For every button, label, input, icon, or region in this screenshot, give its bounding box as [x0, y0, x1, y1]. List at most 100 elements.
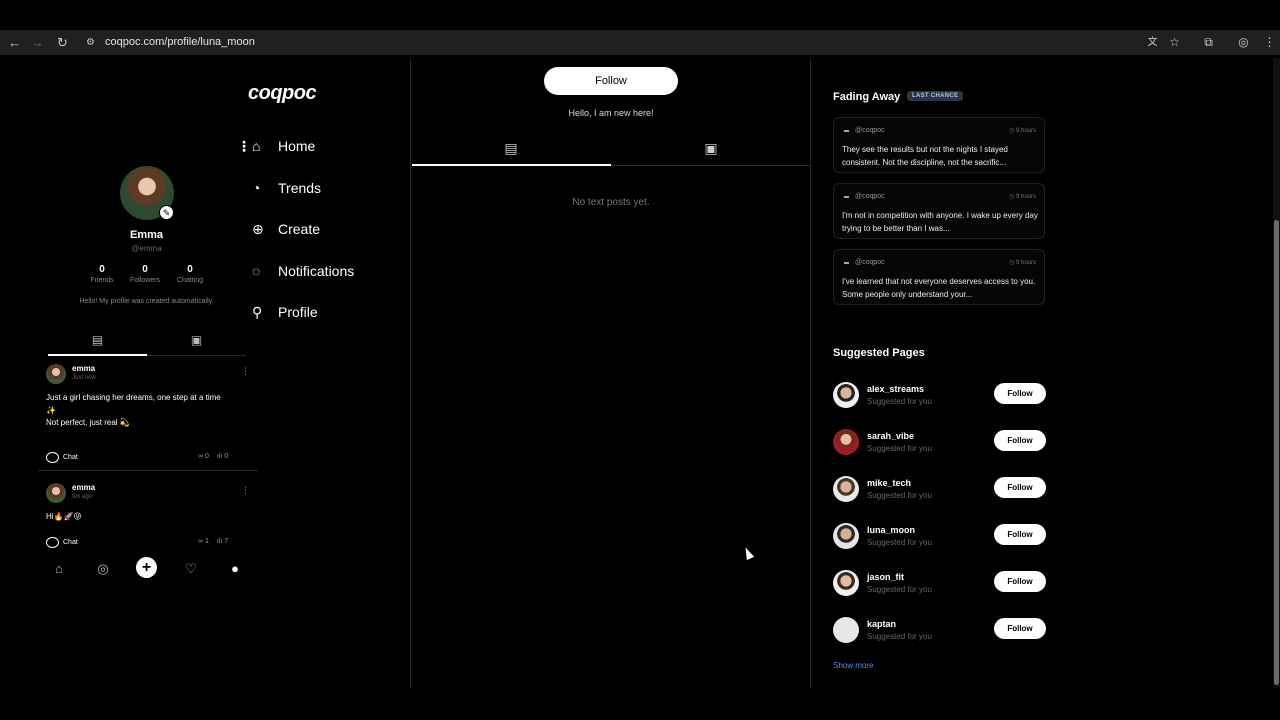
- fading-post-card[interactable]: @coqpoc ◷ 9 hours I've learned that not …: [833, 249, 1045, 305]
- trends-icon: ◔: [252, 180, 261, 196]
- mouse-cursor-icon: [741, 545, 755, 561]
- suggested-page-row[interactable]: kaptan Suggested for you Follow: [833, 617, 1046, 645]
- profile-bio-center: Hello, I am new here!: [568, 108, 654, 118]
- site-logo[interactable]: coqpoc: [248, 82, 317, 105]
- bar-chart-icon: ılı: [216, 453, 223, 460]
- page-subtitle: Suggested for you: [867, 491, 932, 500]
- bar-chart-icon: ılı: [216, 538, 223, 545]
- home-icon[interactable]: ⌂: [49, 559, 69, 579]
- stat-chatting[interactable]: 0 Chatting: [170, 264, 210, 284]
- card-author[interactable]: @coqpoc: [844, 259, 885, 266]
- avatar[interactable]: [833, 476, 859, 502]
- author-handle: @coqpoc: [855, 127, 885, 134]
- share-count[interactable]: ∞ 0: [198, 453, 209, 460]
- share-value: 1: [204, 538, 209, 545]
- extensions-icon[interactable]: ⧉: [1200, 34, 1217, 51]
- avatar[interactable]: [833, 523, 859, 549]
- avatar[interactable]: [46, 483, 66, 503]
- card-author[interactable]: @coqpoc: [844, 127, 885, 134]
- follow-button[interactable]: Follow: [994, 524, 1046, 545]
- nav-item-trends[interactable]: ◔ Trends: [252, 176, 321, 200]
- browser-menu-icon[interactable]: ⋮: [1261, 34, 1278, 51]
- page-name[interactable]: jason_fit: [867, 572, 904, 582]
- explore-compass-icon[interactable]: ◎: [93, 559, 113, 579]
- card-text: They see the results but not the nights …: [842, 145, 1008, 167]
- media-posts-tab-icon[interactable]: ▣: [701, 140, 721, 157]
- back-arrow-icon[interactable]: ←: [6, 34, 23, 51]
- bookmark-star-icon[interactable]: ☆: [1166, 34, 1183, 51]
- show-more-link[interactable]: Show more: [833, 661, 873, 670]
- page-name[interactable]: alex_streams: [867, 384, 924, 394]
- post-menu-icon[interactable]: ⋮: [241, 366, 250, 377]
- stat-followers[interactable]: 0 Followers: [125, 264, 165, 284]
- list-item[interactable]: emma 9m ago ⋮ Hi🔥🚀😜 Chat ∞ 1 ılı 7: [46, 483, 250, 551]
- post-text: Just a girl chasing her dreams, one step…: [46, 392, 246, 430]
- card-time: ◷ 9 hours: [1009, 127, 1036, 134]
- content-tabs: ▤ ▣: [412, 132, 810, 166]
- account-icon[interactable]: ◎: [1235, 34, 1252, 51]
- stat-friends[interactable]: 0 Friends: [82, 264, 122, 284]
- avatar[interactable]: [833, 570, 859, 596]
- follow-button[interactable]: Follow: [994, 383, 1046, 404]
- page-name[interactable]: luna_moon: [867, 525, 915, 535]
- site-info-icon[interactable]: ⚙: [82, 34, 99, 51]
- suggested-page-row[interactable]: mike_tech Suggested for you Follow: [833, 476, 1046, 504]
- stat-label: Chatting: [176, 277, 204, 284]
- suggested-page-row[interactable]: luna_moon Suggested for you Follow: [833, 523, 1046, 551]
- media-posts-tab-icon[interactable]: ▣: [147, 333, 246, 347]
- edit-avatar-icon[interactable]: ✎: [159, 205, 174, 220]
- suggested-page-row[interactable]: alex_streams Suggested for you Follow: [833, 382, 1046, 410]
- avatar[interactable]: [833, 429, 859, 455]
- stat-value: 0: [142, 264, 148, 275]
- fading-post-card[interactable]: @coqpoc ◷ 9 hours I'm not in competition…: [833, 183, 1045, 239]
- suggested-page-row[interactable]: jason_fit Suggested for you Follow: [833, 570, 1046, 598]
- follow-button[interactable]: Follow: [994, 571, 1046, 592]
- avatar[interactable]: [833, 617, 859, 643]
- post-username[interactable]: emma: [72, 483, 95, 492]
- fading-post-card[interactable]: @coqpoc ◷ 9 hours They see the results b…: [833, 117, 1045, 173]
- scrollbar-thumb[interactable]: [1274, 220, 1279, 685]
- mobile-bottom-nav: ⌂ ◎ + ♡ ●: [38, 557, 258, 581]
- chat-button[interactable]: Chat: [46, 452, 78, 463]
- follow-button[interactable]: Follow: [994, 430, 1046, 451]
- post-time: 9m ago: [72, 494, 93, 500]
- follow-button[interactable]: Follow: [544, 67, 678, 95]
- nav-more-icon[interactable]: ⋮: [237, 139, 251, 153]
- post-username[interactable]: emma: [72, 364, 95, 373]
- view-value: 0: [224, 453, 229, 460]
- page-subtitle: Suggested for you: [867, 585, 932, 594]
- author-mark-icon: [844, 195, 849, 198]
- follow-button[interactable]: Follow: [994, 477, 1046, 498]
- translate-icon[interactable]: 文: [1144, 34, 1161, 51]
- text-posts-tab-icon[interactable]: ▤: [501, 140, 521, 157]
- follow-button[interactable]: Follow: [994, 618, 1046, 639]
- forward-arrow-icon[interactable]: →: [29, 34, 46, 51]
- post-text: Hi🔥🚀😜: [46, 511, 246, 524]
- page-name[interactable]: mike_tech: [867, 478, 911, 488]
- nav-item-notifications[interactable]: ◌ Notifications: [252, 259, 354, 283]
- suggested-page-row[interactable]: sarah_vibe Suggested for you Follow: [833, 429, 1046, 457]
- list-item[interactable]: emma Just now ⋮ Just a girl chasing her …: [46, 364, 250, 468]
- page-name[interactable]: sarah_vibe: [867, 431, 914, 441]
- stat-label: Followers: [130, 277, 160, 284]
- profile-icon: ⚲: [252, 304, 263, 320]
- post-menu-icon[interactable]: ⋮: [241, 485, 250, 496]
- text-posts-tab-icon[interactable]: ▤: [48, 333, 147, 347]
- chat-button[interactable]: Chat: [46, 537, 78, 548]
- card-author[interactable]: @coqpoc: [844, 193, 885, 200]
- stat-label: Friends: [90, 277, 114, 284]
- reload-icon[interactable]: ↻: [54, 34, 71, 51]
- create-plus-icon[interactable]: +: [136, 557, 157, 578]
- nav-item-home[interactable]: ⌂ Home: [252, 134, 315, 158]
- last-chance-badge: LAST CHANCE: [907, 91, 964, 101]
- page-name[interactable]: kaptan: [867, 619, 896, 629]
- share-count[interactable]: ∞ 1: [198, 538, 209, 545]
- avatar[interactable]: [833, 382, 859, 408]
- user-icon[interactable]: ●: [225, 559, 245, 579]
- notifications-icon: ◌: [252, 263, 261, 279]
- post-text-line: Just a girl chasing her dreams, one step…: [46, 393, 221, 402]
- address-bar-url[interactable]: coqpoc.com/profile/luna_moon: [105, 36, 255, 48]
- avatar[interactable]: [46, 364, 66, 384]
- view-value: 7: [224, 538, 229, 545]
- heart-icon[interactable]: ♡: [181, 559, 201, 579]
